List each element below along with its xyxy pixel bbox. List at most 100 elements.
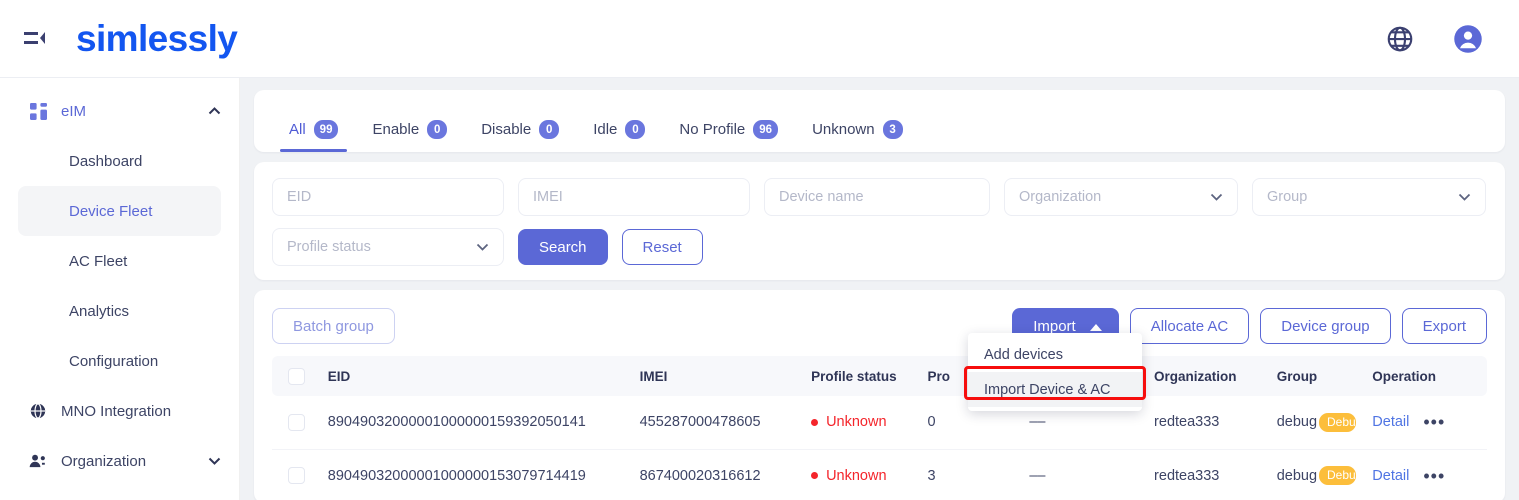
sidebar-item-label: Dashboard <box>69 152 143 170</box>
tab-enable[interactable]: Enable 0 <box>355 120 464 152</box>
user-avatar-icon[interactable] <box>1453 24 1483 54</box>
tab-label: No Profile <box>679 121 746 138</box>
device-table-panel: Batch group Import Allocate AC Device gr… <box>254 290 1505 500</box>
header-group[interactable]: Group <box>1268 356 1365 396</box>
app-logo[interactable]: simlessly <box>76 20 238 57</box>
sidebar-item-dashboard[interactable]: Dashboard <box>0 136 239 186</box>
cell-imei: 455287000478605 <box>631 396 804 450</box>
group-name: debug <box>1276 414 1318 431</box>
menu-item-add-devices[interactable]: Add devices <box>968 337 1142 372</box>
select-profile-status[interactable]: Profile status <box>272 228 504 266</box>
status-badge: Unknown <box>811 468 911 484</box>
tab-no-profile[interactable]: No Profile 96 <box>662 120 795 152</box>
table-row[interactable]: 89049032000001000000153079714419 8674000… <box>272 449 1487 500</box>
sidebar-item-ac-fleet[interactable]: AC Fleet <box>0 236 239 286</box>
table-toolbar: Batch group Import Allocate AC Device gr… <box>272 306 1487 346</box>
more-actions-icon[interactable]: ••• <box>1423 413 1445 431</box>
sidebar-item-analytics[interactable]: Analytics <box>0 286 239 336</box>
import-dropdown-menu: Add devices Import Device & AC <box>968 333 1142 411</box>
search-input-eid[interactable]: EID <box>272 178 504 216</box>
allocate-ac-button[interactable]: Allocate AC <box>1129 308 1250 344</box>
menu-item-import-device-ac[interactable]: Import Device & AC <box>968 372 1142 407</box>
globe-icon <box>28 402 48 420</box>
cell-profile-status: Unknown <box>803 449 920 500</box>
row-select-cell <box>272 449 320 500</box>
select-all-checkbox[interactable] <box>288 367 305 385</box>
row-checkbox[interactable] <box>288 467 305 484</box>
chevron-down-glyph <box>1210 193 1223 201</box>
sidebar-item-label: eIM <box>61 102 87 120</box>
more-actions-icon[interactable]: ••• <box>1423 467 1445 485</box>
sidebar-item-label: AC Fleet <box>69 252 128 270</box>
cell-group: debug Debu <box>1268 449 1365 500</box>
sidebar: eIM Dashboard Device Fleet AC Fleet Anal… <box>0 78 240 500</box>
sidebar-item-eim[interactable]: eIM <box>0 86 239 136</box>
table-row[interactable]: 89049032000001000000159392050141 4552870… <box>272 396 1487 450</box>
select-group[interactable]: Group <box>1252 178 1486 216</box>
device-table-body: 89049032000001000000159392050141 4552870… <box>272 396 1487 500</box>
menu-fold-icon[interactable] <box>22 26 48 52</box>
chevron-down-icon[interactable] <box>208 457 221 465</box>
tab-count-badge: 0 <box>539 120 560 139</box>
grid-glyph <box>29 102 47 120</box>
search-input-imei[interactable]: IMEI <box>518 178 750 216</box>
chevron-down-glyph <box>476 243 489 251</box>
detail-link[interactable]: Detail <box>1372 414 1409 430</box>
sidebar-item-organization[interactable]: Organization <box>0 436 239 486</box>
tab-label: Idle <box>593 121 618 138</box>
tab-count-badge: 3 <box>882 120 903 139</box>
search-button[interactable]: Search <box>518 229 608 265</box>
header-actions <box>1385 24 1483 54</box>
globe-glyph <box>1387 26 1413 51</box>
sidebar-item-batch-task[interactable]: Batch Task <box>0 486 239 500</box>
sidebar-item-configuration[interactable]: Configuration <box>0 336 239 386</box>
header-imei[interactable]: IMEI <box>631 356 804 396</box>
reset-button[interactable]: Reset <box>621 229 703 265</box>
globe-glyph <box>30 403 46 419</box>
select-organization[interactable]: Organization <box>1004 178 1238 216</box>
select-profile-status-value: Profile status <box>287 239 371 255</box>
chevron-down-icon <box>1458 193 1471 201</box>
group-tag: Debu <box>1319 412 1357 432</box>
header-organization[interactable]: Organization <box>1146 356 1269 396</box>
header-eid[interactable]: EID <box>319 356 632 396</box>
tab-count-badge: 99 <box>313 120 339 139</box>
device-group-button[interactable]: Device group <box>1260 308 1391 344</box>
cell-organization: redtea333 <box>1146 449 1269 500</box>
tab-count-badge: 0 <box>625 120 646 139</box>
chevron-down-glyph <box>208 457 221 465</box>
tab-unknown[interactable]: Unknown 3 <box>795 120 920 152</box>
status-dot-icon <box>811 472 819 479</box>
globe-icon[interactable] <box>1385 24 1415 54</box>
row-checkbox[interactable] <box>288 413 305 431</box>
filters-panel: EID IMEI Device name Organization Group <box>254 162 1505 280</box>
detail-link[interactable]: Detail <box>1372 468 1409 484</box>
header-operation[interactable]: Operation <box>1364 356 1487 396</box>
cell-eid: 89049032000001000000159392050141 <box>319 396 632 450</box>
sidebar-item-device-fleet[interactable]: Device Fleet <box>18 186 221 236</box>
header-profile-status[interactable]: Profile status <box>803 356 920 396</box>
caret-up-glyph <box>1089 323 1102 331</box>
tab-idle[interactable]: Idle 0 <box>576 120 662 152</box>
batch-group-button[interactable]: Batch group <box>272 308 395 344</box>
cell-operation: Detail ••• <box>1364 396 1487 450</box>
status-label: Unknown <box>826 414 887 431</box>
cell-profile-count: 3 <box>919 449 1022 500</box>
group-name: debug <box>1276 467 1318 484</box>
sidebar-item-mno-integration[interactable]: MNO Integration <box>0 386 239 436</box>
search-input-device-name[interactable]: Device name <box>764 178 990 216</box>
export-button[interactable]: Export <box>1401 308 1487 344</box>
caret-up-icon <box>1089 318 1102 335</box>
tab-all[interactable]: All 99 <box>272 120 355 152</box>
tab-label: Enable <box>372 121 420 138</box>
chevron-down-icon <box>476 243 489 251</box>
chevron-up-icon[interactable] <box>208 107 221 115</box>
sidebar-item-label: Analytics <box>69 302 130 320</box>
sidebar-item-label: Device Fleet <box>69 202 153 220</box>
tab-label: Disable <box>481 121 532 138</box>
tab-disable[interactable]: Disable 0 <box>464 120 576 152</box>
group-wrapper: debug Debu <box>1276 412 1357 432</box>
menu-fold-glyph <box>24 31 45 44</box>
operation-wrapper: Detail ••• <box>1372 413 1479 431</box>
filters-row-2: Profile status Search Reset <box>272 228 1487 266</box>
